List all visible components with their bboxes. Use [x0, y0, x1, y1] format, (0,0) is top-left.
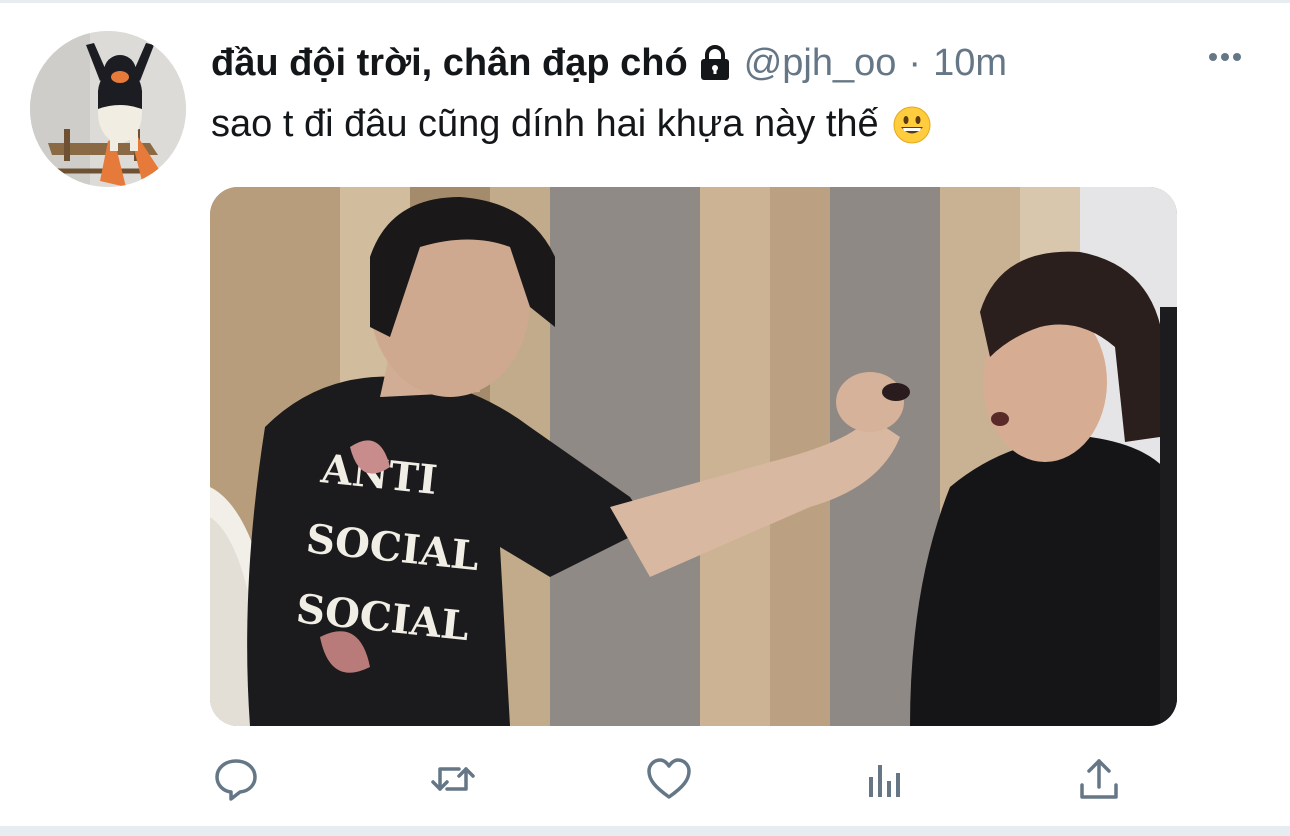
tweet-header: đầu đội trời, chân đạp chó @pjh_oo · 10m — [211, 39, 1007, 87]
more-options-icon[interactable] — [1205, 45, 1245, 69]
share-button[interactable] — [1071, 751, 1127, 807]
like-button[interactable] — [641, 751, 697, 807]
display-name[interactable]: đầu đội trời, chân đạp chó — [211, 42, 688, 85]
retweet-button[interactable] — [425, 751, 481, 807]
share-icon — [1080, 759, 1118, 799]
user-handle[interactable]: @pjh_oo — [744, 42, 897, 85]
analytics-button[interactable] — [857, 751, 913, 807]
photo-two-people-image: ANTI SOCIAL SOCIAL — [210, 187, 1177, 726]
tweet-actions-bar — [0, 751, 1290, 811]
retweet-icon — [431, 767, 475, 791]
analytics-icon — [869, 765, 900, 797]
tweet[interactable]: đầu đội trời, chân đạp chó @pjh_oo · 10m… — [0, 3, 1290, 826]
grinning-face-emoji-icon — [893, 106, 931, 144]
reply-button[interactable] — [208, 751, 264, 807]
separator-dot: · — [908, 41, 922, 84]
timestamp[interactable]: 10m — [933, 42, 1007, 85]
reply-icon — [215, 759, 257, 801]
bottom-divider — [0, 826, 1290, 836]
tweet-text-row: sao t đi đâu cũng dính hai khựa này thế — [211, 103, 931, 146]
lock-icon — [698, 44, 732, 82]
tweet-text: sao t đi đâu cũng dính hai khựa này thế — [211, 103, 879, 145]
penguin-plush-avatar-image — [30, 31, 186, 187]
heart-icon — [647, 758, 691, 799]
tweet-photo[interactable]: ANTI SOCIAL SOCIAL — [210, 187, 1177, 726]
avatar[interactable] — [30, 31, 186, 187]
